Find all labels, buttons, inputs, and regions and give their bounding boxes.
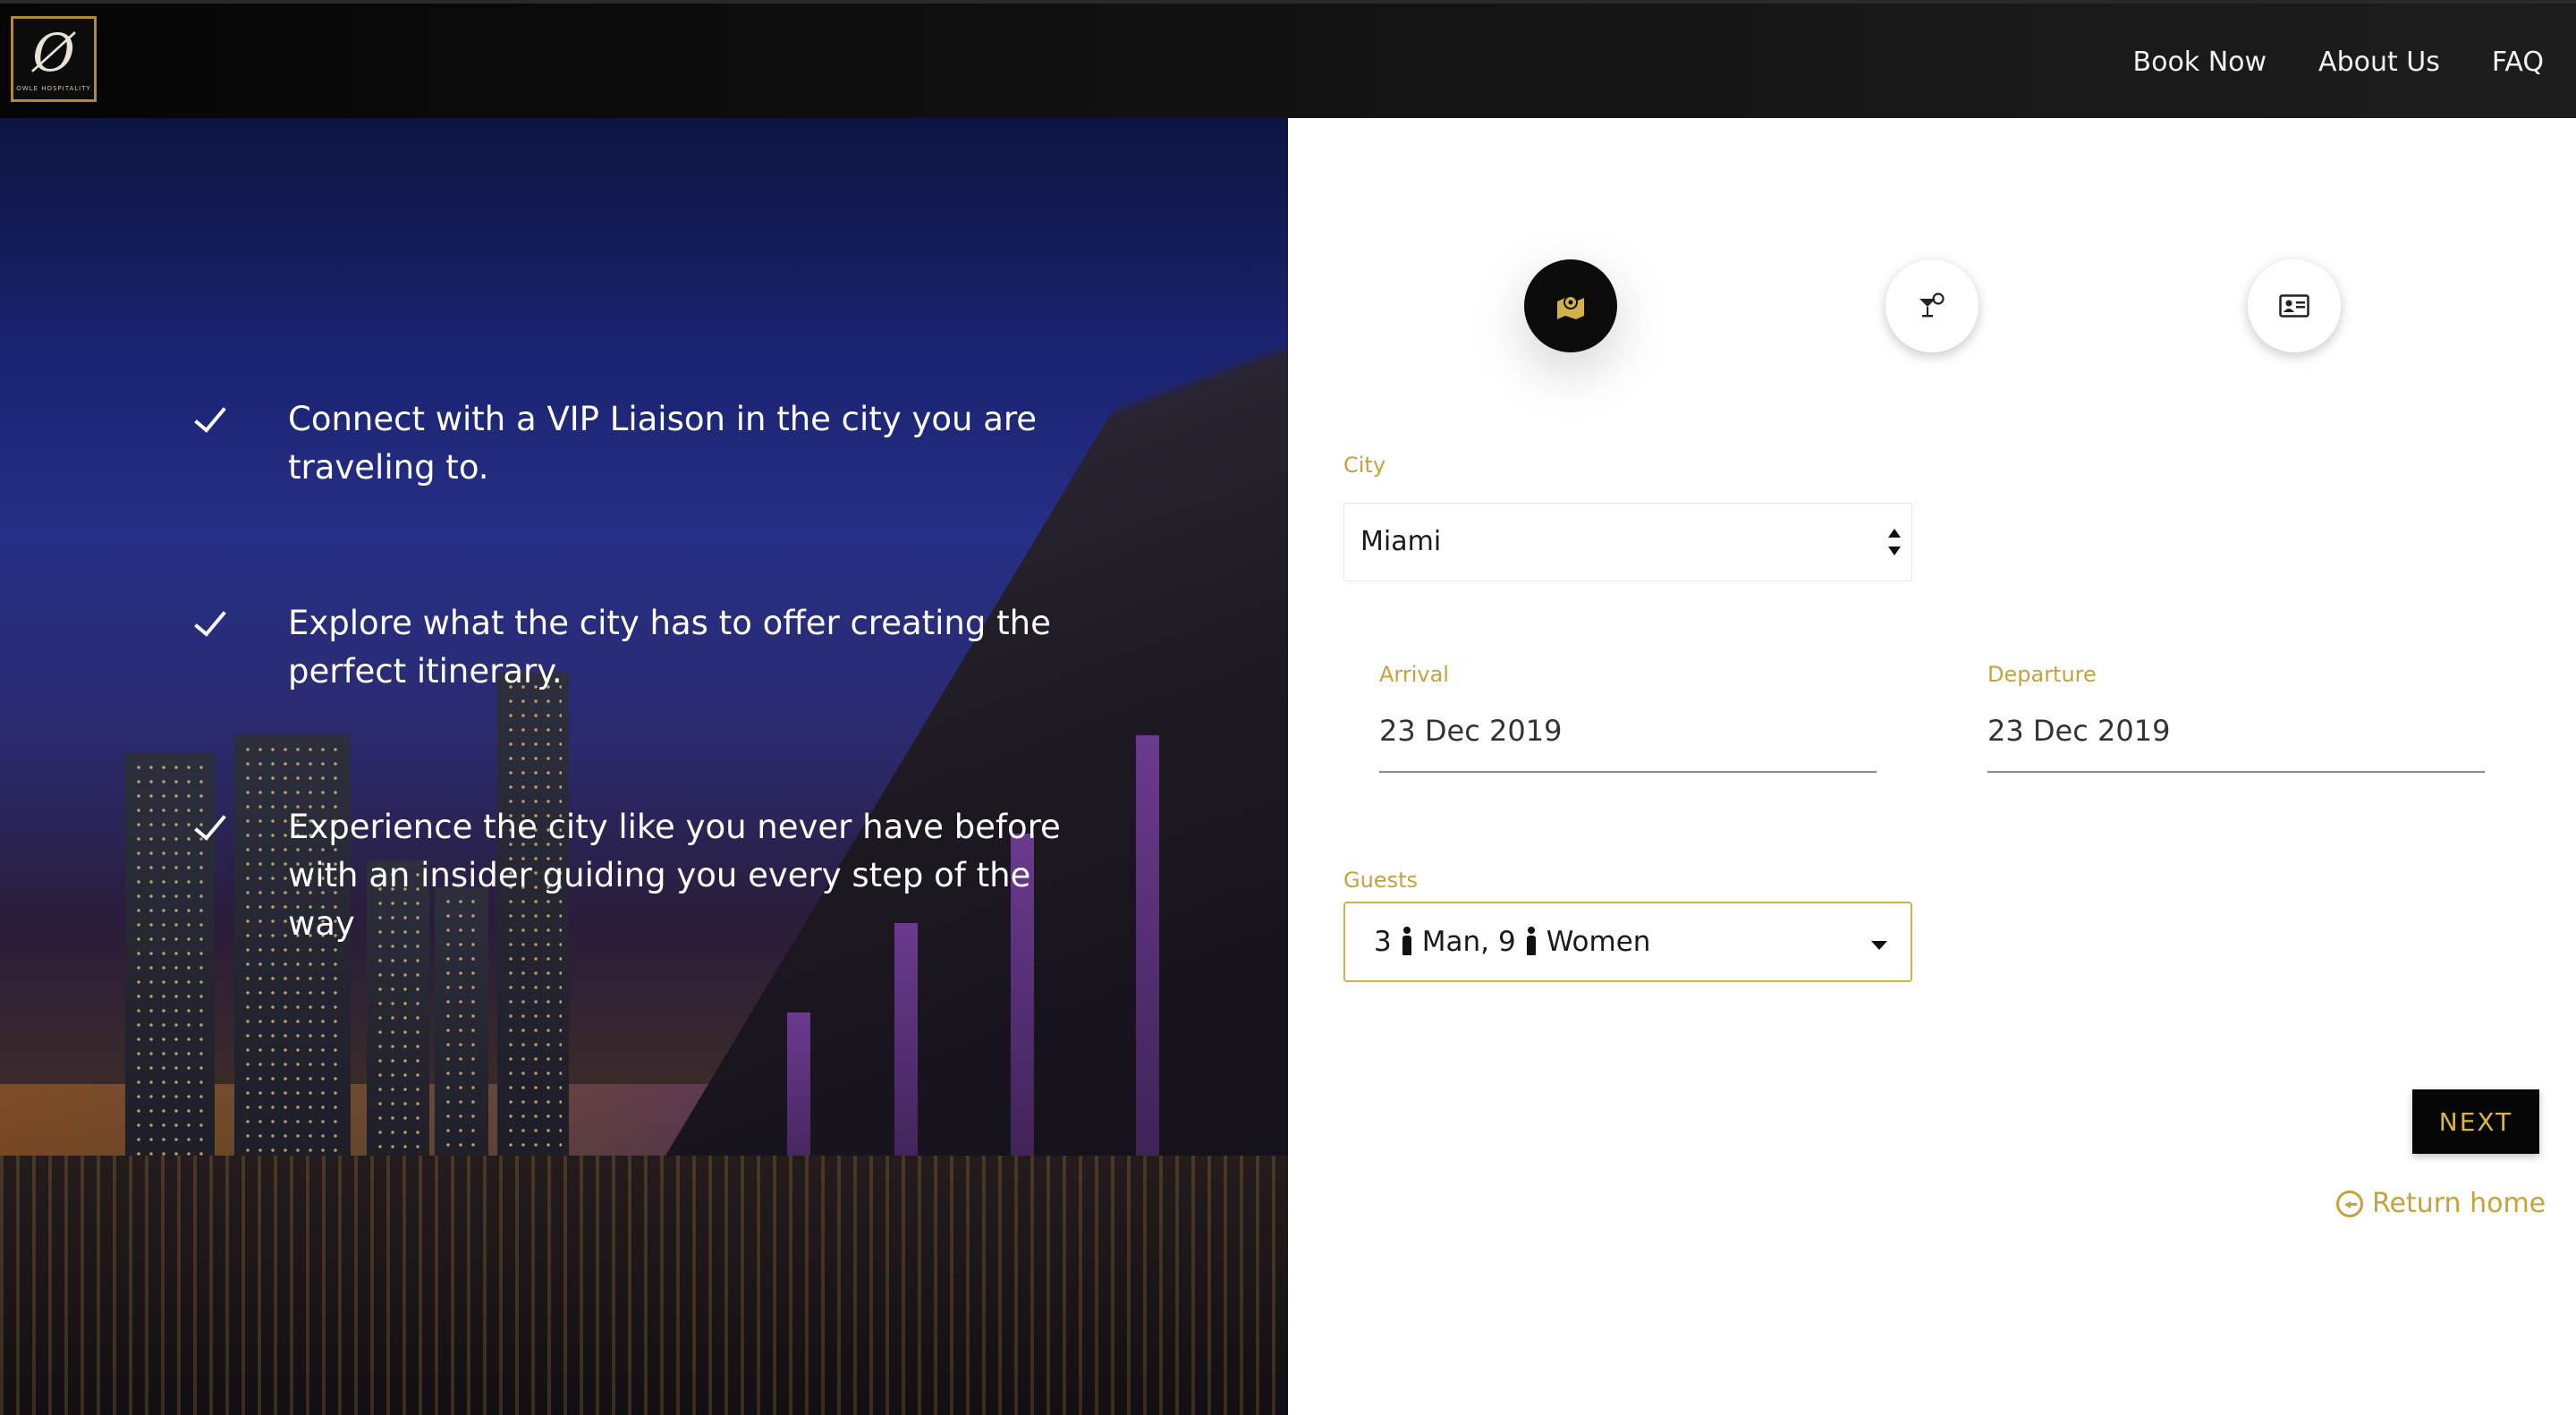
check-icon bbox=[199, 603, 220, 639]
logo-mark-icon: Ø bbox=[32, 22, 75, 83]
nav-faq[interactable]: FAQ bbox=[2492, 43, 2544, 82]
water-reflection bbox=[0, 1156, 1288, 1415]
benefit-item: Explore what the city has to offer creat… bbox=[206, 599, 1093, 696]
city-label: City bbox=[1343, 453, 1386, 478]
booking-page: Ø OWLE HOSPITALITY Book Now About Us FAQ… bbox=[0, 0, 2576, 1415]
step-contact[interactable] bbox=[2248, 259, 2341, 352]
city-select-value: Miami bbox=[1360, 526, 1442, 557]
departure-date-input[interactable]: 23 Dec 2019 bbox=[1987, 701, 2485, 773]
arrival-label: Arrival bbox=[1379, 662, 1449, 687]
women-count: 9 bbox=[1497, 926, 1516, 958]
return-home-label: Return home bbox=[2372, 1188, 2546, 1219]
departure-label: Departure bbox=[1987, 662, 2097, 687]
step-nightlife[interactable] bbox=[1885, 259, 1979, 352]
arrival-date-input[interactable]: 23 Dec 2019 bbox=[1379, 701, 1877, 773]
hero-city-image: Connect with a VIP Liaison in the city y… bbox=[0, 118, 1288, 1415]
logo-text: OWLE HOSPITALITY bbox=[16, 85, 91, 92]
guests-summary: 3 Man, 9 Women bbox=[1374, 903, 1650, 980]
women-label: Women bbox=[1546, 926, 1651, 958]
step-city[interactable] bbox=[1524, 259, 1617, 352]
brand-logo[interactable]: Ø OWLE HOSPITALITY bbox=[11, 16, 97, 102]
arrival-date-value: 23 Dec 2019 bbox=[1379, 714, 1563, 748]
main-nav: Book Now About Us FAQ bbox=[2133, 43, 2544, 82]
cocktail-icon bbox=[1919, 292, 1945, 318]
benefit-item: Connect with a VIP Liaison in the city y… bbox=[206, 395, 1093, 492]
female-icon bbox=[1525, 927, 1538, 957]
benefit-text: Experience the city like you never have … bbox=[288, 808, 1061, 943]
arrow-left-circle-icon bbox=[2336, 1190, 2363, 1217]
nav-book-now[interactable]: Book Now bbox=[2133, 43, 2267, 82]
select-arrows-icon bbox=[1888, 529, 1901, 555]
nav-about-us[interactable]: About Us bbox=[2318, 43, 2440, 82]
benefit-text: Explore what the city has to offer creat… bbox=[288, 604, 1051, 691]
booking-form-panel: City Miami Arrival 23 Dec 2019 Departure… bbox=[1288, 118, 2576, 1415]
male-icon bbox=[1401, 927, 1413, 957]
check-icon bbox=[199, 399, 220, 435]
chevron-down-icon bbox=[1871, 941, 1887, 950]
men-label: Man, bbox=[1421, 926, 1489, 958]
departure-date-value: 23 Dec 2019 bbox=[1987, 714, 2171, 748]
guests-label: Guests bbox=[1343, 868, 1418, 893]
check-icon bbox=[199, 807, 220, 843]
guests-select[interactable]: 3 Man, 9 Women bbox=[1343, 902, 1912, 982]
city-select[interactable]: Miami bbox=[1343, 503, 1912, 581]
benefit-item: Experience the city like you never have … bbox=[206, 803, 1093, 948]
next-button[interactable]: NEXT bbox=[2412, 1089, 2539, 1154]
men-count: 3 bbox=[1374, 926, 1392, 958]
top-navbar: Ø OWLE HOSPITALITY Book Now About Us FAQ bbox=[0, 0, 2576, 118]
map-location-icon bbox=[1557, 295, 1584, 319]
id-card-icon bbox=[2279, 294, 2309, 318]
return-home-link[interactable]: Return home bbox=[2336, 1188, 2546, 1219]
benefit-text: Connect with a VIP Liaison in the city y… bbox=[288, 400, 1038, 487]
bridge-pillar bbox=[1136, 735, 1159, 1209]
